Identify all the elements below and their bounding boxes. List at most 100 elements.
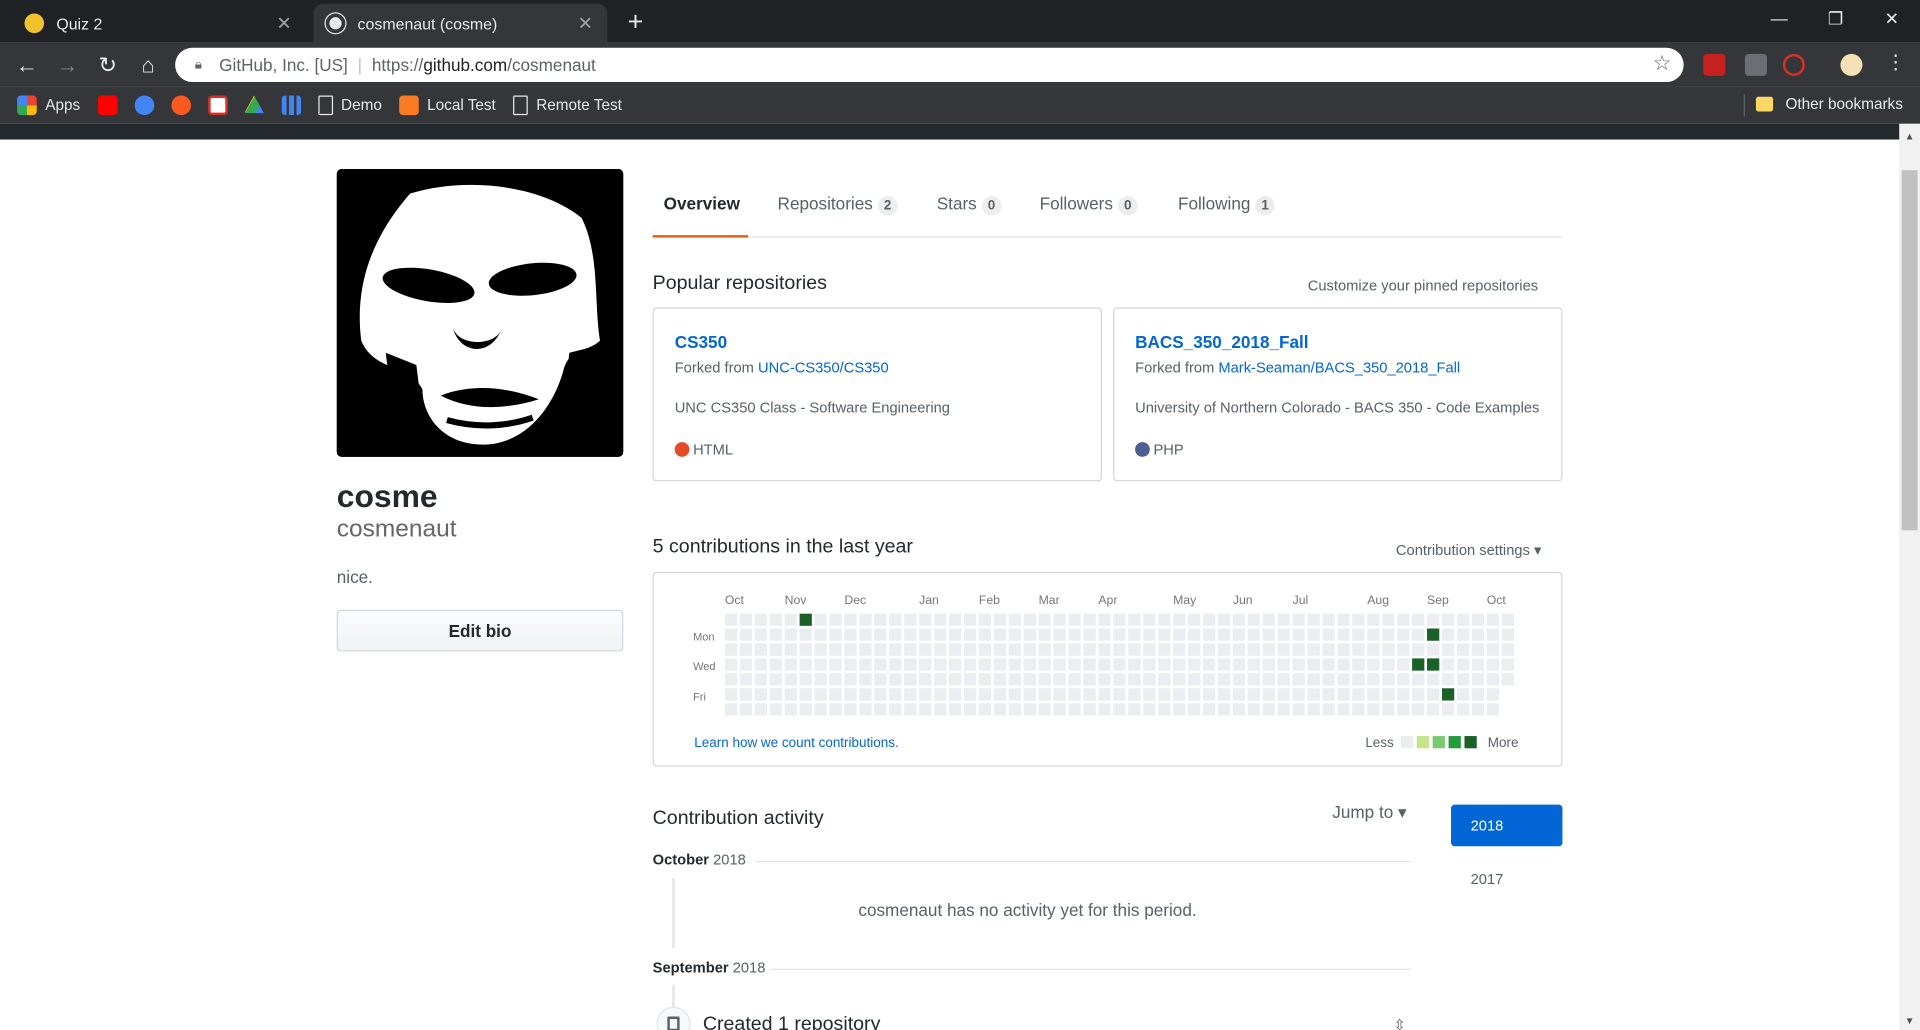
contribution-day-cell[interactable]: [1427, 673, 1440, 686]
contribution-day-cell[interactable]: [1367, 688, 1380, 701]
contribution-day-cell[interactable]: [1023, 703, 1036, 716]
contribution-day-cell[interactable]: [934, 658, 947, 671]
contribution-day-cell[interactable]: [844, 658, 857, 671]
contribution-day-cell[interactable]: [1232, 613, 1246, 626]
contribution-day-cell[interactable]: [1277, 643, 1290, 656]
contribution-day-cell[interactable]: [754, 628, 768, 641]
contribution-day-cell[interactable]: [1173, 613, 1186, 626]
contribution-day-cell[interactable]: [1247, 688, 1261, 701]
contribution-day-cell[interactable]: [1486, 658, 1500, 671]
contribution-day-cell[interactable]: [978, 703, 992, 716]
contribution-day-cell[interactable]: [1113, 628, 1126, 641]
contribution-day-cell[interactable]: [1292, 658, 1305, 671]
contribution-day-cell[interactable]: [948, 628, 962, 641]
contribution-day-cell[interactable]: [1188, 673, 1201, 686]
contribution-day-cell[interactable]: [799, 673, 812, 686]
contribution-day-cell[interactable]: [769, 658, 782, 671]
contribution-day-cell[interactable]: [889, 703, 902, 716]
scrollbar-thumb[interactable]: [1901, 170, 1918, 531]
contribution-day-cell[interactable]: [1202, 703, 1216, 716]
contribution-day-cell[interactable]: [1382, 703, 1395, 716]
scroll-down-icon[interactable]: ▼: [1899, 1013, 1920, 1030]
contribution-day-cell[interactable]: [889, 673, 902, 686]
contribution-day-cell[interactable]: [1427, 688, 1440, 701]
contribution-day-cell[interactable]: [1083, 673, 1096, 686]
contribution-day-cell[interactable]: [1008, 628, 1021, 641]
contribution-day-cell[interactable]: [1367, 643, 1380, 656]
contribution-day-cell[interactable]: [1427, 628, 1440, 641]
bookmark-blue[interactable]: [134, 95, 154, 116]
contribution-day-cell[interactable]: [769, 628, 782, 641]
bookmark-remote-test[interactable]: Remote Test: [512, 95, 622, 116]
contribution-day-cell[interactable]: [1098, 613, 1111, 626]
bookmark-adobe[interactable]: [97, 95, 117, 116]
contribution-day-cell[interactable]: [799, 688, 812, 701]
contribution-day-cell[interactable]: [1427, 703, 1440, 716]
contribution-day-cell[interactable]: [1397, 673, 1410, 686]
avatar[interactable]: [336, 169, 624, 457]
contribution-day-cell[interactable]: [1277, 703, 1290, 716]
contribution-day-cell[interactable]: [1471, 673, 1485, 686]
contribution-day-cell[interactable]: [1307, 673, 1320, 686]
contribution-day-cell[interactable]: [1232, 643, 1246, 656]
contribution-day-cell[interactable]: [1008, 688, 1021, 701]
contribution-day-cell[interactable]: [1217, 643, 1231, 656]
contribution-day-cell[interactable]: [1367, 673, 1380, 686]
contribution-day-cell[interactable]: [1262, 643, 1275, 656]
created-repo-summary[interactable]: Created 1 repository: [703, 1014, 881, 1030]
edit-bio-button[interactable]: Edit bio: [336, 609, 624, 652]
contribution-day-cell[interactable]: [1352, 673, 1365, 686]
contribution-day-cell[interactable]: [1202, 643, 1216, 656]
contribution-day-cell[interactable]: [1397, 628, 1410, 641]
contribution-day-cell[interactable]: [874, 613, 887, 626]
contribution-day-cell[interactable]: [1441, 628, 1455, 641]
contribution-day-cell[interactable]: [919, 643, 932, 656]
contribution-day-cell[interactable]: [1471, 628, 1485, 641]
contribution-day-cell[interactable]: [859, 688, 872, 701]
contribution-day-cell[interactable]: [1232, 688, 1246, 701]
contribution-day-cell[interactable]: [1217, 613, 1231, 626]
contribution-day-cell[interactable]: [919, 628, 932, 641]
contribution-day-cell[interactable]: [1188, 613, 1201, 626]
restore-button[interactable]: ❐: [1807, 0, 1863, 39]
contribution-day-cell[interactable]: [739, 613, 753, 626]
contribution-day-cell[interactable]: [1232, 703, 1246, 716]
tab-stars[interactable]: Stars 0: [937, 174, 1002, 238]
forward-arrow-icon[interactable]: →: [51, 49, 83, 81]
contribution-day-cell[interactable]: [1382, 613, 1395, 626]
contribution-day-cell[interactable]: [1262, 688, 1275, 701]
contribution-day-cell[interactable]: [948, 688, 962, 701]
contribution-day-cell[interactable]: [1382, 673, 1395, 686]
contribution-day-cell[interactable]: [1173, 628, 1186, 641]
contribution-day-cell[interactable]: [1322, 643, 1335, 656]
contribution-day-cell[interactable]: [859, 703, 872, 716]
contribution-day-cell[interactable]: [1113, 688, 1126, 701]
contribution-day-cell[interactable]: [1322, 613, 1335, 626]
contribution-day-cell[interactable]: [1143, 673, 1156, 686]
contribution-day-cell[interactable]: [1128, 688, 1141, 701]
profile-avatar-icon[interactable]: [1840, 53, 1863, 76]
contribution-day-cell[interactable]: [1217, 688, 1231, 701]
contribution-day-cell[interactable]: [1188, 658, 1201, 671]
contribution-day-cell[interactable]: [1367, 628, 1380, 641]
contribution-day-cell[interactable]: [1158, 673, 1171, 686]
contribution-day-cell[interactable]: [1038, 703, 1051, 716]
contribution-day-cell[interactable]: [1322, 703, 1335, 716]
contribution-day-cell[interactable]: [1456, 673, 1470, 686]
bookmark-gmail[interactable]: [207, 95, 228, 116]
contribution-day-cell[interactable]: [784, 658, 797, 671]
contribution-day-cell[interactable]: [874, 628, 887, 641]
contribution-day-cell[interactable]: [904, 673, 917, 686]
contribution-day-cell[interactable]: [874, 643, 887, 656]
extension-red-icon[interactable]: [1703, 53, 1726, 76]
contribution-day-cell[interactable]: [1158, 703, 1171, 716]
contribution-day-cell[interactable]: [1337, 628, 1350, 641]
contribution-day-cell[interactable]: [814, 688, 827, 701]
contribution-day-cell[interactable]: [963, 703, 977, 716]
contribution-day-cell[interactable]: [963, 688, 977, 701]
tab-followers[interactable]: Followers 0: [1040, 174, 1138, 238]
contribution-day-cell[interactable]: [724, 643, 738, 656]
contribution-day-cell[interactable]: [1053, 613, 1066, 626]
contribution-day-cell[interactable]: [978, 628, 992, 641]
contribution-day-cell[interactable]: [1322, 628, 1335, 641]
